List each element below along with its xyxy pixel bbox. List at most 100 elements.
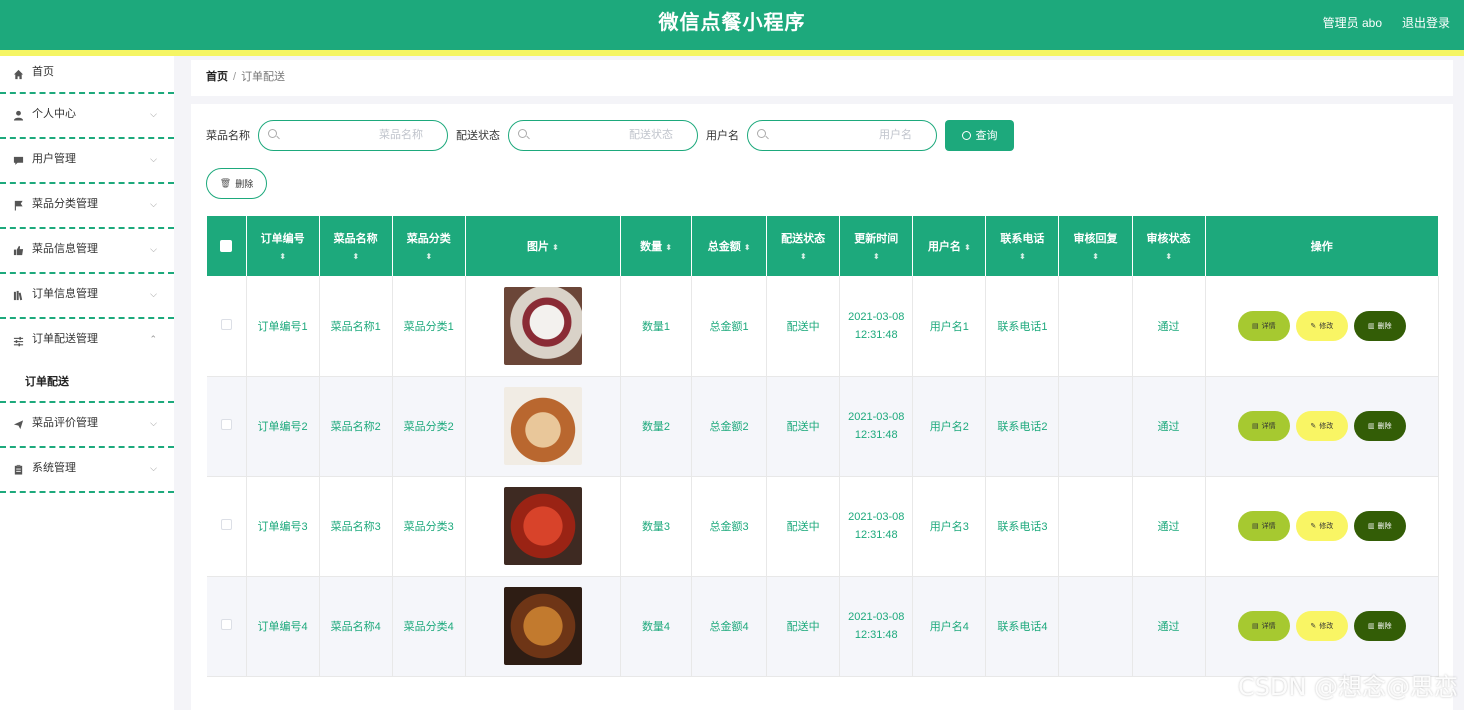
edit-button[interactable]: ✎ 修改: [1295, 511, 1348, 541]
delete-button[interactable]: ▥ 删除: [1353, 411, 1406, 441]
column-header-review-status[interactable]: 审核状态 ⬍: [1132, 216, 1206, 276]
cell-delivery-status: 配送中: [766, 576, 841, 677]
cell-image: [465, 276, 621, 377]
breadcrumb-home[interactable]: 首页: [206, 71, 228, 83]
column-header-phone[interactable]: 联系电话 ⬍: [985, 216, 1060, 276]
dish-name-input[interactable]: [279, 120, 423, 150]
username-label: 用户名: [706, 130, 739, 142]
detail-button[interactable]: ▤ 详情: [1237, 310, 1290, 341]
row-select-cell: [207, 376, 247, 477]
trash-icon: ▥: [1367, 322, 1375, 330]
row-checkbox[interactable]: [220, 318, 232, 330]
cell-total: 总金额1: [691, 276, 768, 377]
username-input[interactable]: [768, 120, 912, 150]
column-header-delivery-status[interactable]: 配送状态 ⬍: [766, 216, 841, 276]
column-header-dish-category[interactable]: 菜品分类 ⬍: [392, 216, 466, 276]
cell-total: 总金额2: [691, 376, 768, 477]
logout-link[interactable]: 退出登录: [1402, 0, 1450, 46]
cell-phone: 联系电话1: [985, 276, 1060, 377]
updated-clock: 12:31:48: [854, 429, 898, 441]
sidebar-item-dish-category[interactable]: 菜品分类管理 ⌵: [0, 184, 174, 229]
cell-quantity: 数量2: [620, 376, 693, 477]
column-header-image[interactable]: 图片 ⬍: [465, 216, 621, 276]
column-header-username[interactable]: 用户名 ⬍: [912, 216, 987, 276]
cell-updated-time: 2021-03-08 12:31:48: [839, 476, 914, 577]
edit-button[interactable]: ✎ 修改: [1295, 310, 1348, 341]
row-checkbox[interactable]: [220, 419, 232, 430]
dish-name-field: [258, 119, 448, 151]
sidebar-item-label: 菜品分类管理: [32, 198, 98, 210]
cell-username: 用户名1: [912, 276, 987, 377]
edit-button-label: 修改: [1319, 523, 1334, 530]
books-icon: [12, 274, 24, 317]
detail-button[interactable]: ▤ 详情: [1237, 411, 1290, 441]
column-header-dish-name[interactable]: 菜品名称 ⬍: [319, 216, 393, 276]
cell-review-status: 通过: [1132, 276, 1206, 377]
cell-review-reply: [1058, 476, 1133, 577]
cell-phone: 联系电话3: [985, 476, 1060, 577]
sidebar-item-dish-info[interactable]: 菜品信息管理 ⌵: [0, 229, 174, 274]
chevron-down-icon: ⌵: [150, 418, 157, 428]
search-icon: [268, 128, 277, 138]
batch-delete-label: 删除: [235, 179, 254, 189]
sidebar-item-order-info[interactable]: 订单信息管理 ⌵: [0, 274, 174, 319]
updated-clock: 12:31:48: [854, 629, 898, 641]
sidebar-subitem-order-delivery[interactable]: 订单配送: [0, 364, 174, 403]
chevron-down-icon: ⌵: [150, 199, 157, 209]
cell-dish-category: 菜品分类2: [392, 376, 466, 477]
sidebar: 首页 个人中心 ⌵ 用户管理 ⌵ 菜品分类管理 ⌵ 菜品信息管理 ⌵ 订单信息管…: [0, 56, 174, 710]
row-checkbox[interactable]: [220, 619, 232, 630]
cell-updated-time: 2021-03-08 12:31:48: [839, 576, 914, 677]
delivery-status-input[interactable]: [529, 120, 673, 150]
cell-review-status: 通过: [1132, 376, 1206, 477]
delete-button[interactable]: ▥ 删除: [1353, 511, 1406, 541]
sidebar-item-users[interactable]: 用户管理 ⌵: [0, 139, 174, 184]
cell-total: 总金额3: [691, 476, 768, 577]
column-header-order-no[interactable]: 订单编号 ⬍: [246, 216, 320, 276]
cell-phone: 联系电话4: [985, 576, 1060, 677]
edit-button[interactable]: ✎ 修改: [1295, 611, 1348, 641]
delete-button-label: 删除: [1377, 523, 1392, 530]
cell-image: [465, 476, 621, 577]
column-header-quantity[interactable]: 数量 ⬍: [620, 216, 693, 276]
chevron-down-icon: ⌵: [150, 154, 157, 164]
sidebar-item-label: 菜品评价管理: [32, 417, 98, 429]
detail-button-label: 详情: [1261, 623, 1276, 630]
cell-quantity: 数量4: [620, 576, 693, 677]
column-header-updated-time[interactable]: 更新时间 ⬍: [839, 216, 914, 276]
updated-clock: 12:31:48: [854, 328, 898, 341]
username-field: [747, 119, 937, 151]
cell-dish-name: 菜品名称4: [319, 576, 393, 677]
sidebar-item-system[interactable]: 系统管理 ⌵: [0, 448, 174, 493]
column-header-total[interactable]: 总金额 ⬍: [691, 216, 768, 276]
table-row: 订单编号1 菜品名称1 菜品分类1 数量1 总金额1 配送中 2021-03-08 12:31…: [207, 276, 1440, 377]
sidebar-item-home[interactable]: 首页: [0, 56, 174, 94]
row-checkbox[interactable]: [220, 519, 232, 530]
column-header-review-reply[interactable]: 审核回复 ⬍: [1058, 216, 1133, 276]
edit-button[interactable]: ✎ 修改: [1295, 411, 1348, 441]
pencil-icon: ✎: [1310, 523, 1317, 530]
search-icon: [757, 128, 766, 138]
edit-button-label: 修改: [1319, 322, 1334, 330]
batch-delete-button[interactable]: 🗑 删除: [206, 168, 267, 199]
dish-image: [503, 587, 582, 665]
query-button[interactable]: 查询: [945, 119, 1014, 151]
sidebar-item-profile[interactable]: 个人中心 ⌵: [0, 94, 174, 139]
sort-icon: ⬍: [352, 252, 360, 261]
detail-button-label: 详情: [1261, 423, 1276, 430]
sort-icon: ⬍: [279, 252, 286, 261]
header-accent-line: [0, 50, 1464, 56]
detail-button[interactable]: ▤ 详情: [1237, 511, 1290, 541]
cell-order-no: 订单编号1: [246, 276, 320, 377]
sidebar-item-dish-review[interactable]: 菜品评价管理 ⌵: [0, 403, 174, 448]
delete-button[interactable]: ▥ 删除: [1353, 611, 1406, 641]
delete-button[interactable]: ▥ 删除: [1353, 310, 1406, 341]
sidebar-item-label: 个人中心: [32, 108, 76, 120]
detail-button[interactable]: ▤ 详情: [1237, 611, 1290, 641]
cell-dish-name: 菜品名称3: [319, 476, 393, 577]
delete-button-label: 删除: [1377, 423, 1392, 430]
chevron-down-icon: ⌵: [150, 244, 157, 254]
select-all-checkbox[interactable]: [220, 240, 233, 253]
sidebar-item-delivery[interactable]: 订单配送管理 ⌃: [0, 319, 174, 364]
cell-delivery-status: 配送中: [766, 376, 841, 477]
